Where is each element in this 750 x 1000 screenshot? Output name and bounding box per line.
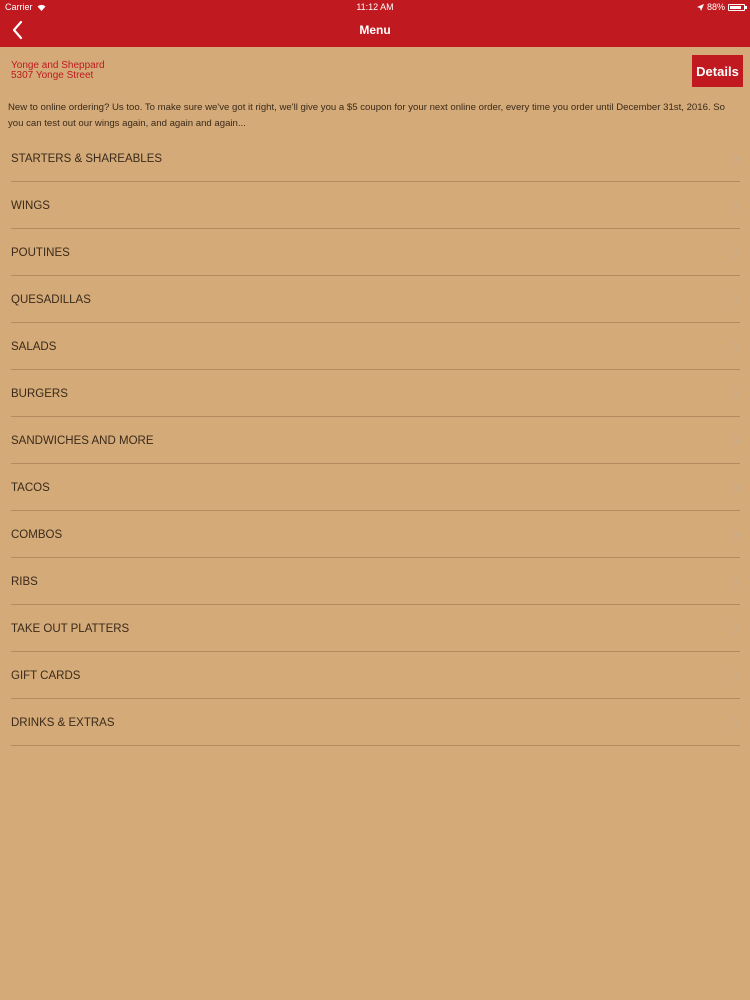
- chevron-right-icon: [733, 482, 740, 494]
- menu-item[interactable]: TAKE OUT PLATTERS: [11, 605, 740, 652]
- menu-item[interactable]: STARTERS & SHAREABLES: [11, 135, 740, 182]
- menu-item-label: DRINKS & EXTRAS: [11, 717, 115, 729]
- menu-item-label: COMBOS: [11, 529, 63, 541]
- chevron-right-icon: [733, 670, 740, 682]
- menu-item[interactable]: TACOS: [11, 464, 740, 511]
- battery-percent: 88%: [706, 2, 725, 12]
- menu-item-label: SANDWICHES AND MORE: [11, 435, 154, 447]
- status-bar: Carrier 11:12 AM 88%: [0, 0, 750, 14]
- menu-item-label: QUESADILLAS: [11, 294, 91, 306]
- details-button[interactable]: Details: [692, 55, 743, 87]
- battery-icon: [728, 3, 747, 11]
- chevron-right-icon: [733, 247, 740, 259]
- chevron-right-icon: [733, 435, 740, 447]
- location-icon: [696, 3, 704, 11]
- chevron-right-icon: [733, 717, 740, 729]
- menu-item-label: STARTERS & SHAREABLES: [11, 153, 163, 165]
- menu-item[interactable]: QUESADILLAS: [11, 276, 740, 323]
- page-title: Menu: [359, 23, 391, 37]
- chevron-right-icon: [733, 341, 740, 353]
- chevron-right-icon: [733, 294, 740, 306]
- chevron-right-icon: [733, 576, 740, 588]
- store-address: 5307 Yonge Street: [11, 70, 94, 81]
- chevron-right-icon: [733, 623, 740, 635]
- menu-item-label: BURGERS: [11, 388, 68, 400]
- chevron-right-icon: [733, 529, 740, 541]
- menu-item[interactable]: WINGS: [11, 182, 740, 229]
- menu-item-label: POUTINES: [11, 247, 70, 259]
- menu-item[interactable]: RIBS: [11, 558, 740, 605]
- status-right-group: 88%: [696, 2, 747, 12]
- chevron-right-icon: [733, 388, 740, 400]
- chevron-right-icon: [733, 200, 740, 212]
- menu-item[interactable]: COMBOS: [11, 511, 740, 558]
- menu-item-label: WINGS: [11, 200, 50, 212]
- store-info: Yonge and Sheppard 5307 Yonge Street: [11, 61, 105, 81]
- menu-item[interactable]: DRINKS & EXTRAS: [11, 699, 740, 746]
- menu-item-label: SALADS: [11, 341, 57, 353]
- menu-item[interactable]: BURGERS: [11, 370, 740, 417]
- menu-item-label: TAKE OUT PLATTERS: [11, 623, 130, 635]
- menu-list: STARTERS & SHAREABLES WINGS POUTINES QUESAD…: [11, 135, 740, 746]
- chevron-right-icon: [733, 153, 740, 165]
- menu-item[interactable]: SANDWICHES AND MORE: [11, 417, 740, 464]
- menu-item[interactable]: SALADS: [11, 323, 740, 370]
- nav-bar: Menu: [0, 14, 750, 47]
- menu-item[interactable]: POUTINES: [11, 229, 740, 276]
- menu-item-label: GIFT CARDS: [11, 670, 81, 682]
- menu-item-label: RIBS: [11, 576, 38, 588]
- status-time: 11:12 AM: [356, 2, 394, 12]
- promo-text: New to online ordering? Us too. To make …: [8, 102, 726, 129]
- menu-item-label: TACOS: [11, 482, 50, 494]
- menu-item[interactable]: GIFT CARDS: [11, 652, 740, 699]
